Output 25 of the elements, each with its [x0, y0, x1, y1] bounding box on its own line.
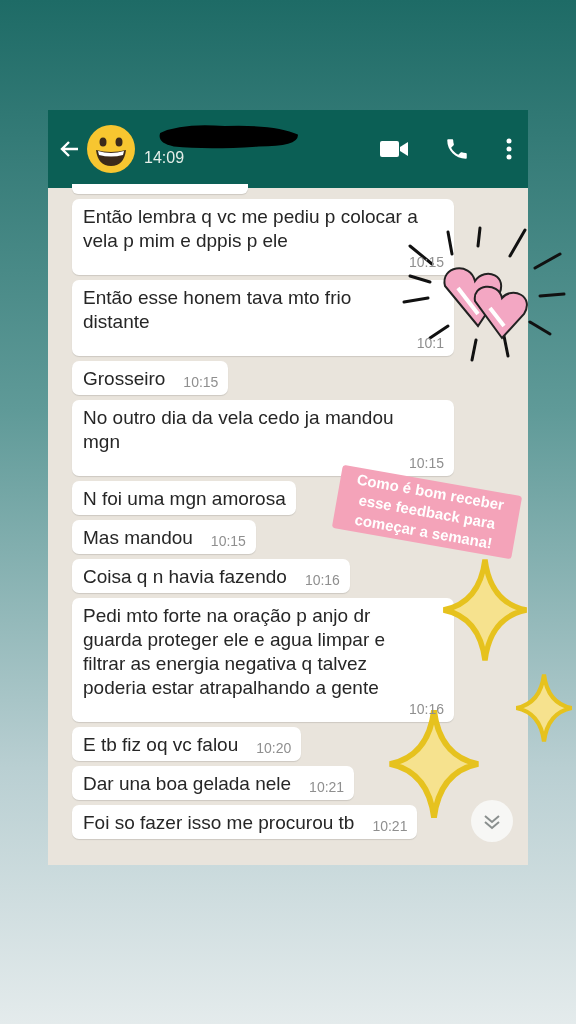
message-text: Então esse honem tava mto frio distante	[83, 286, 353, 334]
message-text: Pedi mto forte na oração p anjo dr guarda proteger ele e agua limpar e filtrar as energia negativa q talvez poderia estar atrapalhando a gente	[83, 604, 387, 700]
message-time: 10:15	[210, 532, 246, 550]
video-call-icon[interactable]	[380, 140, 408, 158]
message-text: Foi so fazer isso me procurou tb	[83, 811, 355, 835]
message-text: No outro dia da vela cedo ja mandou mgn	[83, 406, 395, 454]
scroll-down-button[interactable]	[470, 799, 514, 843]
message-text: E tb fiz oq vc falou	[83, 733, 239, 757]
message-text: Então lembra q vc me pediu p colocar a vela p mim e dppis p ele	[83, 205, 418, 253]
message-time: 10:21	[309, 778, 345, 796]
message-time: 10:16	[408, 700, 444, 718]
message-text: Coisa q n havia fazendo	[83, 565, 287, 589]
smiley-avatar-icon[interactable]	[86, 124, 136, 174]
message-time: 10:1	[416, 334, 444, 352]
message-time: 10:20	[256, 739, 292, 757]
message-time: 10:21	[372, 817, 408, 835]
message-text: Mas mandou	[83, 526, 193, 550]
message-time: 10:16	[304, 571, 340, 589]
message-text: Dar una boa gelada nele	[83, 772, 292, 796]
more-options-icon[interactable]	[506, 137, 512, 161]
last-seen-time: 14:09	[144, 149, 186, 167]
message-time: 10:15	[183, 373, 219, 391]
message-text: Grosseiro	[83, 367, 166, 391]
message-text: N foi uma mgn amorosa	[83, 487, 286, 511]
phone-icon[interactable]	[444, 136, 470, 162]
